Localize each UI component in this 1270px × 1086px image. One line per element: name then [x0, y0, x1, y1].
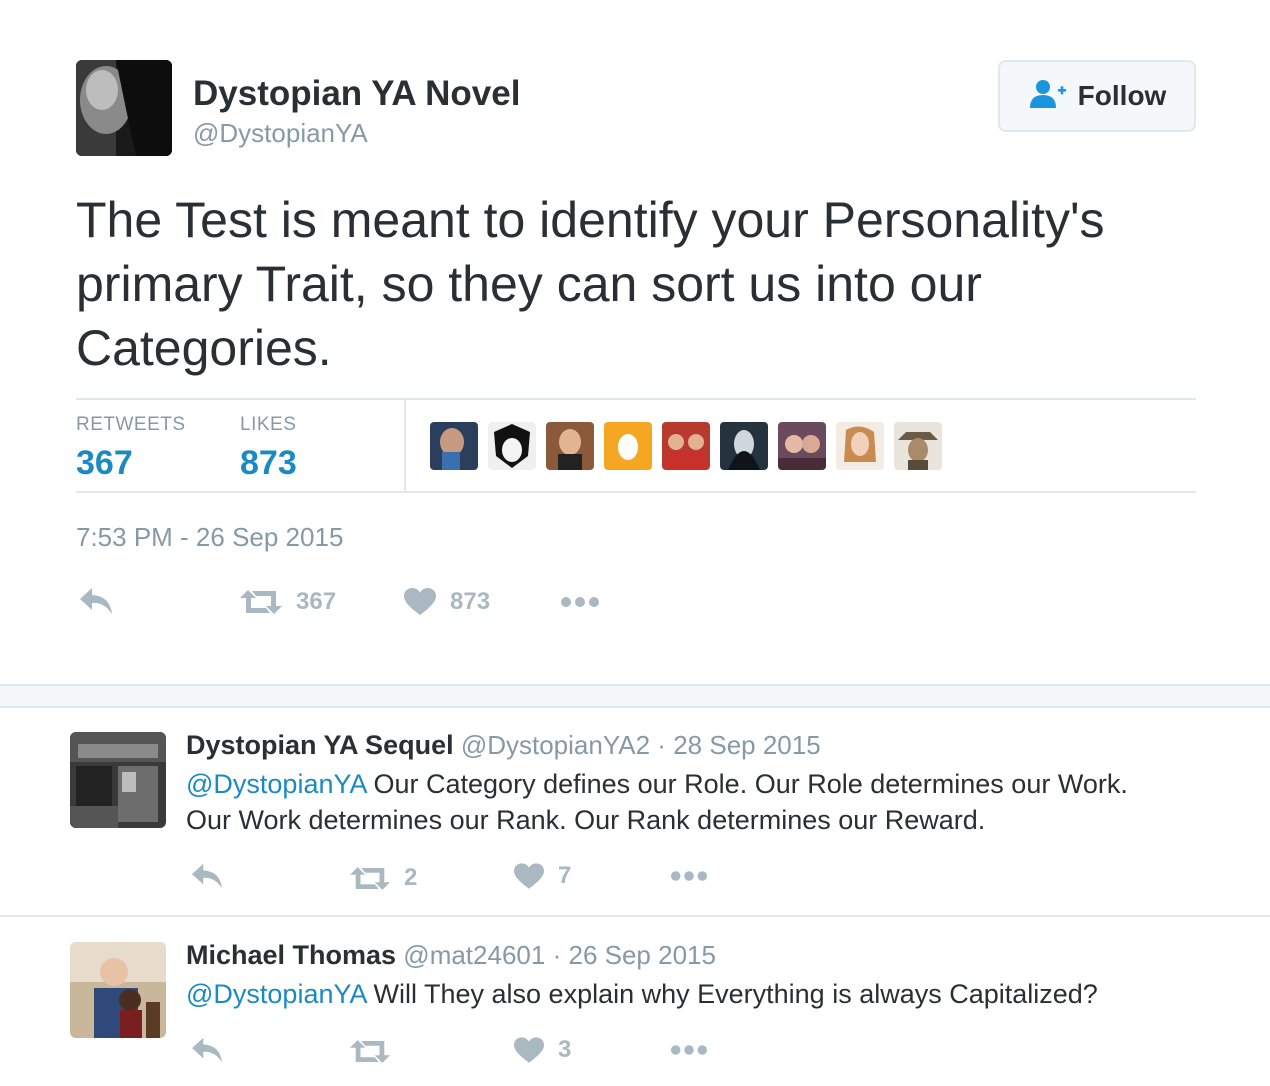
like-button[interactable]: 873: [404, 588, 490, 616]
liker-avatar[interactable]: [662, 422, 710, 470]
liker-avatar[interactable]: [546, 422, 594, 470]
reply-avatar[interactable]: [70, 942, 166, 1038]
tweet-text-line: Categories.: [76, 320, 332, 376]
heart-icon: [514, 1036, 544, 1064]
reply-header: Dystopian YA Sequel @DystopianYA2 · 28 S…: [186, 730, 821, 761]
liker-avatar[interactable]: [488, 422, 536, 470]
like-button[interactable]: 7: [514, 862, 571, 890]
liker-avatars: [430, 422, 942, 470]
divider: [0, 915, 1270, 917]
like-button[interactable]: 3: [514, 1036, 571, 1064]
tweet-text-line: primary Trait, so they can sort us into …: [76, 256, 982, 312]
reply-date[interactable]: 28 Sep 2015: [673, 730, 820, 760]
liker-avatar[interactable]: [894, 422, 942, 470]
mention-link[interactable]: @DystopianYA: [186, 979, 366, 1009]
retweets-stat[interactable]: RETWEETS 367: [76, 414, 186, 483]
retweet-button[interactable]: [350, 1038, 404, 1065]
retweets-label: RETWEETS: [76, 414, 186, 435]
divider: [76, 398, 1196, 400]
liker-avatar[interactable]: [836, 422, 884, 470]
reply-icon: [190, 862, 224, 890]
retweet-icon: [350, 1038, 390, 1065]
stats-divider: [404, 400, 406, 492]
more-icon: [670, 1044, 708, 1056]
reply-icon: [78, 586, 114, 616]
reply-author-name[interactable]: Dystopian YA Sequel: [186, 730, 454, 760]
heart-icon: [514, 862, 544, 890]
reply-separator: ·: [552, 940, 562, 970]
add-user-icon: [1028, 79, 1068, 114]
liker-avatar[interactable]: [778, 422, 826, 470]
author-handle[interactable]: @DystopianYA: [193, 118, 368, 149]
likes-label: LIKES: [240, 414, 297, 435]
like-count: 7: [558, 862, 572, 889]
replies-separator: [0, 684, 1270, 708]
retweet-count: 2: [404, 864, 418, 891]
author-name[interactable]: Dystopian YA Novel: [193, 74, 520, 114]
reply-author-handle[interactable]: @DystopianYA2: [461, 730, 650, 760]
follow-button[interactable]: Follow: [998, 60, 1196, 132]
retweet-count: 367: [296, 588, 337, 615]
tweet-timestamp[interactable]: 7:53 PM - 26 Sep 2015: [76, 522, 343, 553]
heart-icon: [404, 588, 436, 616]
reply-text-line: Our Work determines our Rank. Our Rank d…: [186, 805, 986, 835]
reply-author-handle[interactable]: @mat24601: [403, 940, 545, 970]
liker-avatar[interactable]: [720, 422, 768, 470]
author-avatar[interactable]: [76, 60, 172, 156]
follow-button-label: Follow: [1077, 80, 1167, 111]
reply-text: @DystopianYA Our Category defines our Ro…: [186, 766, 1128, 838]
more-icon: [560, 596, 600, 608]
reply-text-line: @DystopianYA Will They also explain why …: [186, 976, 1098, 1012]
more-button[interactable]: [670, 1044, 708, 1056]
reply-author-name[interactable]: Michael Thomas: [186, 940, 396, 970]
reply-date[interactable]: 26 Sep 2015: [568, 940, 715, 970]
reply-icon: [190, 1036, 224, 1064]
reply-header: Michael Thomas @mat24601 · 26 Sep 2015: [186, 940, 716, 971]
reply-text: @DystopianYA Will They also explain why …: [186, 976, 1098, 1012]
reply-text-rest: Will They also explain why Everything is…: [366, 979, 1098, 1009]
reply-avatar[interactable]: [70, 732, 166, 828]
mention-link[interactable]: @DystopianYA: [186, 769, 366, 799]
reply-button[interactable]: [190, 862, 224, 890]
like-count: 3: [558, 1036, 572, 1063]
liker-avatar-default-egg[interactable]: [604, 422, 652, 470]
likes-stat[interactable]: LIKES 873: [240, 414, 297, 483]
retweet-icon: [240, 588, 282, 616]
retweet-button[interactable]: 367: [240, 588, 336, 616]
divider: [76, 491, 1196, 493]
likes-value: 873: [240, 444, 297, 482]
retweet-button[interactable]: 2: [350, 864, 417, 892]
like-count: 873: [450, 588, 491, 615]
tweet-text-line: The Test is meant to identify your Perso…: [76, 192, 1105, 248]
more-button[interactable]: [670, 870, 708, 882]
reply-button[interactable]: [78, 586, 114, 616]
more-button[interactable]: [560, 596, 600, 608]
tweet-text: The Test is meant to identify your Perso…: [76, 188, 1206, 380]
reply-text-line: @DystopianYA Our Category defines our Ro…: [186, 766, 1128, 802]
more-icon: [670, 870, 708, 882]
retweets-value: 367: [76, 444, 133, 482]
liker-avatar[interactable]: [430, 422, 478, 470]
reply-text-rest: Our Category defines our Role. Our Role …: [366, 769, 1128, 799]
reply-button[interactable]: [190, 1036, 224, 1064]
retweet-icon: [350, 865, 390, 892]
reply-separator: ·: [657, 730, 666, 760]
